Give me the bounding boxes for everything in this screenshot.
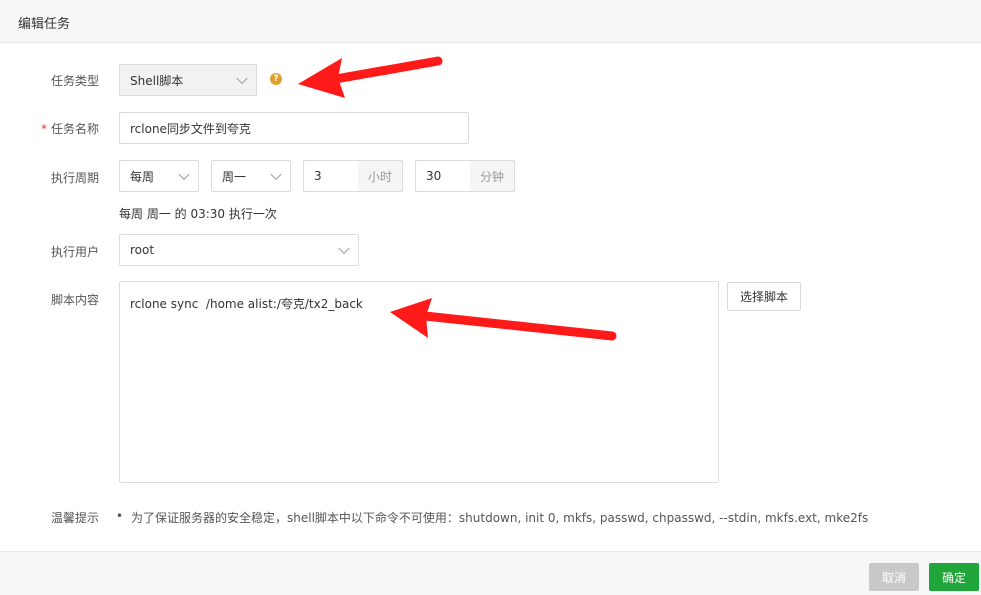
task-name-input[interactable]: rclone同步文件到夸克 [119,112,469,144]
period-cycle-select[interactable]: 每周 [119,160,199,192]
user-label: 执行用户 [50,245,99,259]
select-script-button[interactable]: 选择脚本 [727,282,801,311]
period-label: 执行周期 [50,171,99,185]
dialog-title: 编辑任务 [18,17,71,32]
chevron-down-icon [338,242,350,255]
chevron-down-icon [178,168,190,181]
chevron-down-icon [270,168,282,181]
user-select[interactable]: root [119,234,359,266]
hour-value: 3 [314,169,322,183]
period-weekday-select[interactable]: 周一 [211,160,291,192]
task-type-label: 任务类型 [50,74,99,88]
task-name-label: * 任务名称 [40,122,99,136]
minute-value: 30 [426,169,442,183]
tips-bullet: • [116,509,124,523]
script-label: 脚本内容 [50,293,99,307]
dialog-footer [0,551,981,595]
help-icon[interactable]: ? [270,73,282,85]
dialog-header: 编辑任务 [0,0,981,43]
task-type-value: Shell脚本 [130,73,184,88]
user-value: root [130,243,155,257]
tips-item: 为了保证服务器的安全稳定，shell脚本中以下命令不可使用：shutdown, … [131,511,869,525]
required-mark: * [40,122,47,136]
task-name-value: rclone同步文件到夸克 [130,121,251,136]
minute-unit: 分钟 [470,160,515,192]
period-cycle-value: 每周 [130,169,155,184]
script-textarea[interactable]: rclone sync /home alist:/夸克/tx2_back [119,281,719,483]
period-weekday-value: 周一 [222,169,247,184]
confirm-button[interactable]: 确定 [929,563,979,591]
chevron-down-icon [236,72,248,85]
minute-input[interactable]: 30 [415,160,471,192]
tips-label: 温馨提示 [50,511,99,525]
arrow-annotation-icon [298,56,443,98]
hour-unit: 小时 [358,160,403,192]
hour-input[interactable]: 3 [303,160,359,192]
period-summary: 每周 周一 的 03:30 执行一次 [119,207,277,221]
task-type-select[interactable]: Shell脚本 [119,64,257,96]
cancel-button[interactable]: 取消 [869,563,919,591]
